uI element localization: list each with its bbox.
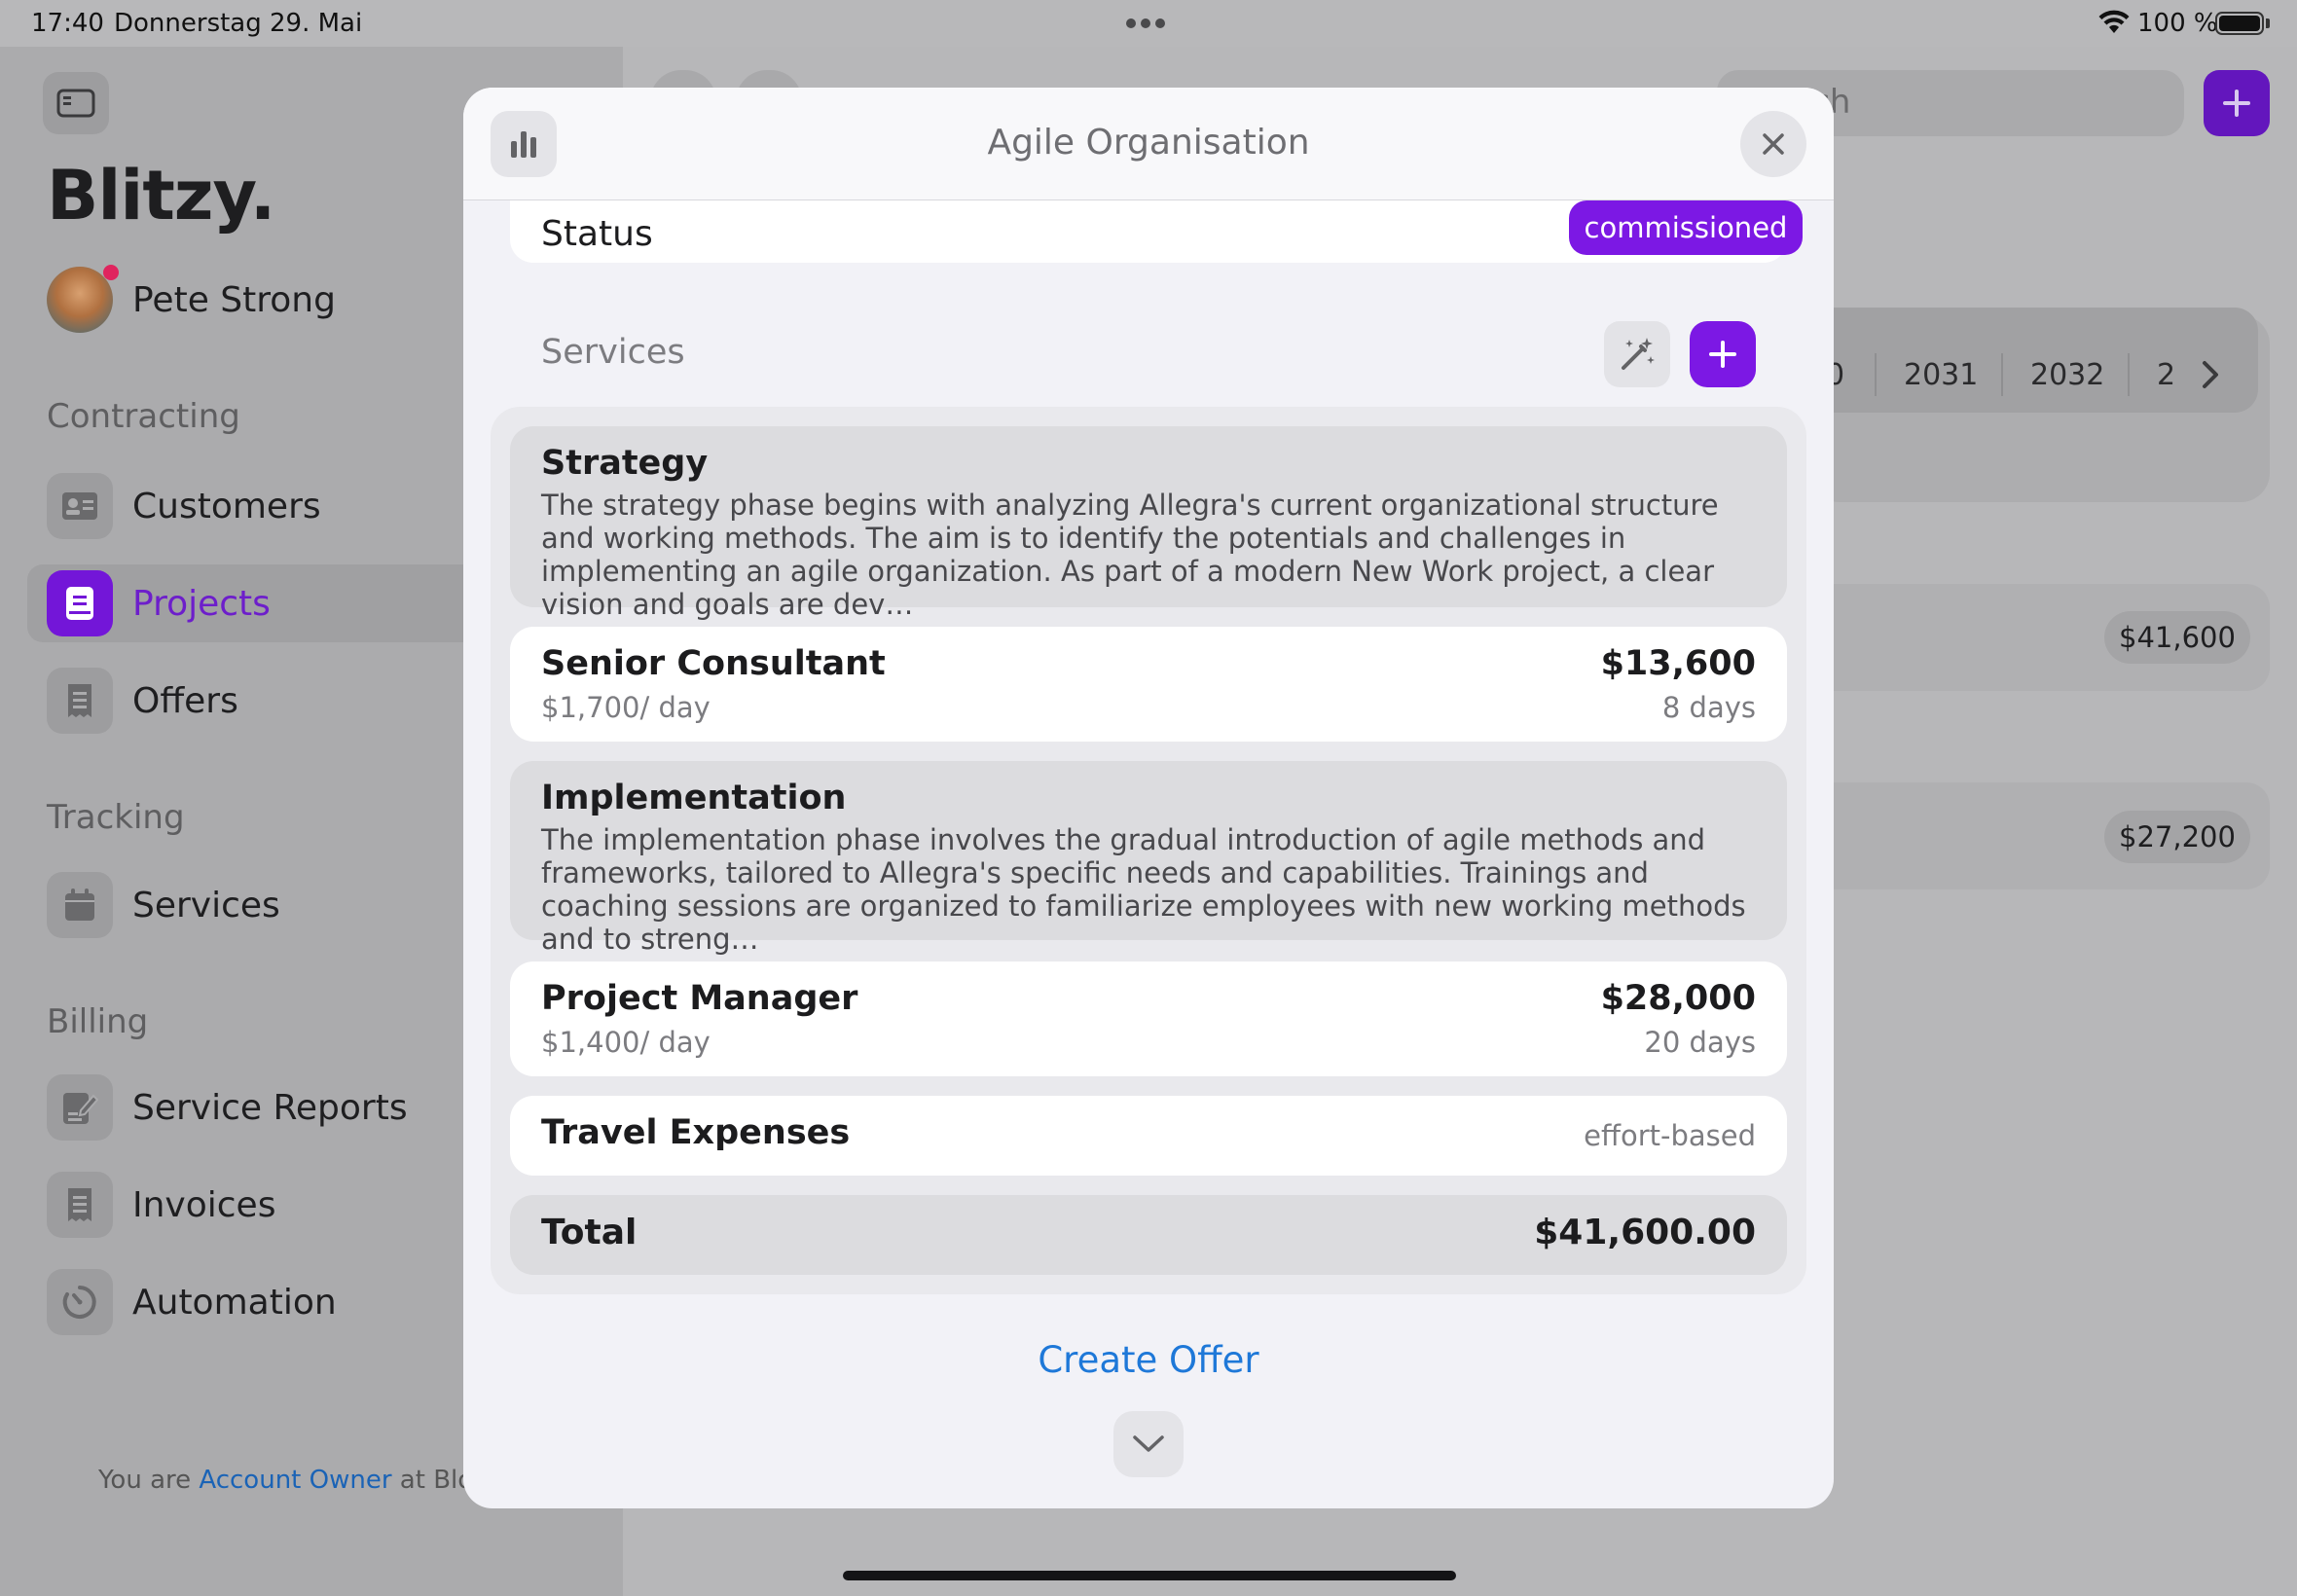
- chevron-right-icon: [2203, 361, 2218, 388]
- sidebar-item-label: Invoices: [132, 1184, 276, 1225]
- sidebar-item-label: Service Reports: [132, 1087, 408, 1128]
- year-option: 2: [2157, 358, 2176, 392]
- year-separator: [2128, 353, 2130, 396]
- user-name: Pete Strong: [132, 279, 336, 320]
- sidebar-toggle-icon: [56, 89, 95, 118]
- status-row: Status commissioned: [510, 200, 1803, 263]
- sidebar-item-label: Projects: [132, 583, 271, 624]
- phase-card-strategy[interactable]: Strategy The strategy phase begins with …: [510, 426, 1787, 621]
- battery-tip: [2266, 18, 2270, 28]
- line-item-name: Project Manager: [541, 979, 858, 1018]
- line-item-rate: $1,700/ day: [541, 691, 711, 724]
- create-offer-button[interactable]: Create Offer: [463, 1339, 1834, 1381]
- line-item-days: 20 days: [1644, 1026, 1756, 1059]
- sidebar-item-label: Services: [132, 885, 280, 925]
- battery-icon: [2215, 12, 2264, 35]
- receipt-icon: [68, 684, 91, 717]
- line-item-days: 8 days: [1661, 691, 1756, 724]
- project-amount: $27,200: [2104, 811, 2250, 863]
- line-item-amount: $28,000: [1600, 979, 1756, 1018]
- services-header: Services: [541, 333, 685, 372]
- line-item-name: Travel Expenses: [541, 1113, 851, 1152]
- battery-percentage: 100 %: [2137, 9, 2218, 38]
- book-icon: [66, 587, 93, 620]
- year-option: 2032: [2030, 358, 2105, 392]
- line-item-name: Senior Consultant: [541, 644, 886, 683]
- total-row: Total $41,600.00: [510, 1195, 1787, 1275]
- line-item-billing-note: effort-based: [1584, 1119, 1756, 1152]
- phase-description: The strategy phase begins with analyzing…: [541, 489, 1719, 621]
- line-item-travel-expenses[interactable]: Travel Expenses effort-based: [510, 1096, 1787, 1176]
- magic-generate-button[interactable]: [1604, 321, 1670, 387]
- close-button[interactable]: [1740, 111, 1806, 177]
- section-contracting: Contracting: [47, 397, 240, 436]
- magic-wand-icon: [1622, 338, 1655, 370]
- phase-title: Implementation: [541, 779, 847, 817]
- close-icon: [1763, 133, 1784, 155]
- status-label: Status: [541, 214, 653, 254]
- avatar: [47, 265, 119, 333]
- status-bar: 17:40 Donnerstag 29. Mai 100 %: [0, 0, 2297, 47]
- app-logo: Blitzy.: [47, 156, 275, 236]
- year-separator: [1875, 353, 1877, 396]
- sheet-header: Agile Organisation: [463, 88, 1834, 200]
- status-badge[interactable]: commissioned: [1569, 200, 1803, 255]
- line-item-senior-consultant[interactable]: Senior Consultant $1,700/ day $13,600 8 …: [510, 627, 1787, 742]
- plus-icon: [1709, 341, 1736, 368]
- notification-dot: [103, 265, 119, 280]
- add-project-button: [2204, 70, 2270, 136]
- sidebar-item-label: Customers: [132, 486, 321, 526]
- document-edit-icon: [63, 1093, 98, 1124]
- year-option: 2031: [1904, 358, 1979, 392]
- invoice-icon: [68, 1188, 91, 1221]
- line-item-project-manager[interactable]: Project Manager $1,400/ day $28,000 20 d…: [510, 961, 1787, 1076]
- phase-card-implementation[interactable]: Implementation The implementation phase …: [510, 761, 1787, 956]
- status-date: Donnerstag 29. Mai: [114, 9, 363, 38]
- wifi-icon: [2098, 10, 2130, 33]
- line-item-rate: $1,400/ day: [541, 1026, 711, 1059]
- section-billing: Billing: [47, 1002, 149, 1041]
- home-indicator[interactable]: [843, 1571, 1456, 1580]
- project-amount: $41,600: [2104, 611, 2250, 664]
- chevron-down-icon: [1133, 1435, 1164, 1452]
- user-profile[interactable]: Pete Strong: [47, 265, 336, 333]
- phase-title: Strategy: [541, 444, 709, 483]
- add-service-button[interactable]: [1690, 321, 1756, 387]
- sidebar-item-label: Offers: [132, 680, 238, 721]
- plus-icon: [2223, 90, 2250, 117]
- timer-icon: [62, 1286, 96, 1319]
- status-time: 17:40: [31, 9, 104, 38]
- year-separator: [2001, 353, 2003, 396]
- sheet-title: Agile Organisation: [987, 123, 1310, 163]
- expand-button[interactable]: [1113, 1411, 1184, 1477]
- person-card-icon: [62, 492, 97, 520]
- account-role-link[interactable]: Account Owner: [199, 1466, 391, 1495]
- total-value: $41,600.00: [1534, 1213, 1756, 1252]
- calendar-icon: [65, 889, 94, 921]
- project-detail-sheet: Agile Organisation Status commissioned S…: [463, 88, 1834, 1508]
- line-item-amount: $13,600: [1600, 644, 1756, 683]
- section-tracking: Tracking: [47, 798, 185, 837]
- phase-description: The implementation phase involves the gr…: [541, 823, 1746, 956]
- sidebar-toggle-button[interactable]: [43, 72, 109, 134]
- sidebar-item-label: Automation: [132, 1282, 337, 1323]
- multitasking-dots-icon[interactable]: [1126, 18, 1165, 28]
- total-label: Total: [541, 1213, 638, 1252]
